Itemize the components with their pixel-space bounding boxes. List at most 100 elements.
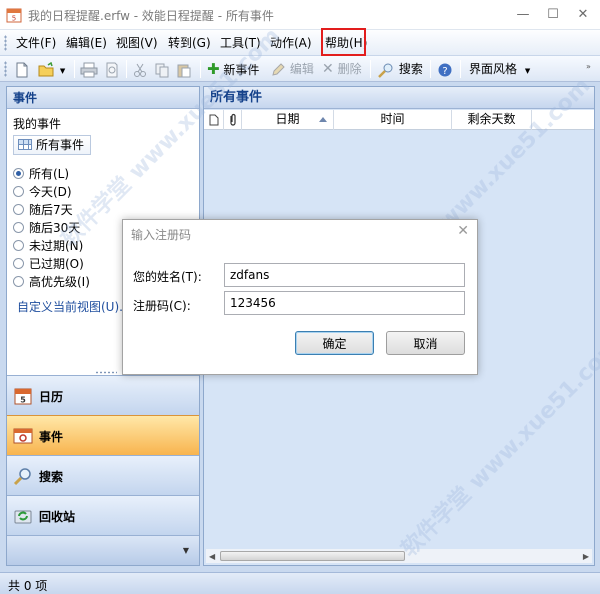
filter-high-priority[interactable]: 高优先级(I): [13, 273, 90, 291]
pane-splitter[interactable]: [95, 371, 117, 374]
scroll-right-arrow-icon[interactable]: ▶: [583, 552, 589, 561]
filter-all[interactable]: 所有(L): [13, 165, 69, 183]
column-attachment-header[interactable]: [224, 110, 242, 130]
new-file-button[interactable]: [14, 59, 30, 79]
copy-button[interactable]: [154, 59, 170, 79]
toolbar-overflow-icon[interactable]: »: [586, 62, 591, 71]
menu-bar: 文件(F) 编辑(E) 视图(V) 转到(G) 工具(T) 动作(A) 帮助(H…: [0, 30, 600, 56]
column-date-label: 日期: [275, 112, 300, 126]
radio-icon: [13, 204, 24, 215]
column-type-header[interactable]: [204, 110, 224, 130]
all-events-view-button[interactable]: 所有事件: [13, 135, 92, 155]
paperclip-icon: [229, 113, 236, 126]
menu-action[interactable]: 动作(A): [268, 34, 314, 52]
edit-event-button[interactable]: 编辑: [270, 59, 314, 79]
nav-recycle-bin[interactable]: 回收站: [7, 495, 199, 535]
menu-tools[interactable]: 工具(T): [218, 34, 263, 52]
toolbar-separator: [126, 60, 127, 78]
print-button[interactable]: [80, 59, 98, 79]
filter-label: 随后7天: [29, 203, 73, 217]
status-bar: 共 0 项: [0, 572, 600, 594]
menu-edit[interactable]: 编辑(E): [64, 34, 109, 52]
toolbar-separator: [74, 60, 75, 78]
scissors-icon: [134, 63, 146, 77]
nav-search-label: 搜索: [39, 470, 64, 484]
name-input[interactable]: [224, 263, 465, 287]
edit-event-label: 编辑: [289, 62, 314, 76]
filter-expired[interactable]: 已过期(O): [13, 255, 84, 273]
filter-not-expired[interactable]: 未过期(N): [13, 237, 83, 255]
nav-search[interactable]: 搜索: [7, 455, 199, 495]
delete-event-button[interactable]: ✕ 删除: [322, 59, 362, 79]
column-days-remaining-header[interactable]: 剩余天数: [452, 110, 532, 130]
event-list-icon: [13, 428, 33, 444]
column-date-header[interactable]: 日期: [242, 110, 334, 130]
new-file-icon: [16, 62, 28, 77]
menu-goto[interactable]: 转到(G): [166, 34, 213, 52]
search-icon: [378, 63, 393, 78]
ok-button[interactable]: 确定: [295, 331, 374, 355]
nav-options-arrow-icon[interactable]: ▼: [183, 546, 189, 555]
radio-icon: [13, 258, 24, 269]
registration-dialog: 输入注册码 ✕ 您的姓名(T): 注册码(C): 确定 取消: [122, 219, 478, 375]
toolbar-separator: [430, 60, 431, 78]
svg-text:?: ?: [442, 66, 447, 77]
filter-label: 随后30天: [29, 221, 81, 235]
scrollbar-thumb[interactable]: [220, 551, 405, 561]
help-highlight-box: [321, 28, 366, 56]
open-file-button[interactable]: ▼: [38, 59, 65, 79]
minimize-button[interactable]: —: [510, 4, 536, 26]
delete-event-label: 删除: [337, 62, 362, 76]
copy-icon: [155, 63, 169, 77]
open-folder-icon: [38, 61, 54, 76]
filter-label: 高优先级(I): [29, 275, 90, 289]
document-icon: [209, 114, 218, 126]
paste-icon: [177, 64, 191, 77]
svg-text:5: 5: [12, 15, 16, 23]
help-icon: ?: [438, 63, 452, 77]
print-preview-button[interactable]: [104, 59, 120, 79]
filter-next-7-days[interactable]: 随后7天: [13, 201, 73, 219]
pencil-icon: [272, 62, 285, 76]
nav-footer: ▼: [7, 535, 199, 565]
app-icon: 5: [6, 8, 22, 23]
filter-label: 已过期(O): [29, 257, 84, 271]
radio-icon: [13, 222, 24, 233]
new-event-button[interactable]: ✚ 新事件: [207, 59, 259, 79]
paste-button[interactable]: [176, 59, 192, 79]
close-button[interactable]: ✕: [570, 4, 596, 26]
name-label: 您的姓名(T):: [133, 270, 202, 284]
customize-view-link[interactable]: 自定义当前视图(U)...: [17, 298, 131, 315]
toolbar-grip[interactable]: [4, 61, 7, 77]
filter-next-30-days[interactable]: 随后30天: [13, 219, 80, 237]
toolbar-separator: [460, 60, 461, 78]
column-time-header[interactable]: 时间: [334, 110, 452, 130]
menu-file[interactable]: 文件(F): [14, 34, 58, 52]
nav-events[interactable]: 事件: [7, 415, 199, 455]
menu-view[interactable]: 视图(V): [114, 34, 160, 52]
cancel-button[interactable]: 取消: [386, 331, 465, 355]
toolbar: ▼ ✚ 新事件 编辑 ✕ 删除 搜索 ? 界面风格 ▼ »: [0, 56, 600, 82]
maximize-button[interactable]: ☐: [540, 4, 566, 26]
help-button[interactable]: ?: [437, 59, 453, 79]
nav-calendar[interactable]: 5 日历: [7, 375, 199, 415]
window-title: 我的日程提醒.erfw - 效能日程提醒 - 所有事件: [28, 9, 274, 23]
search-button[interactable]: 搜索: [377, 59, 423, 79]
left-pane-header: 事件: [7, 87, 199, 109]
skin-dropdown[interactable]: 界面风格 ▼: [469, 59, 530, 79]
open-dropdown-arrow[interactable]: ▼: [60, 67, 65, 75]
radio-icon: [13, 168, 24, 179]
horizontal-scrollbar[interactable]: ◀ ▶: [206, 549, 592, 563]
nav-calendar-label: 日历: [39, 390, 64, 404]
plus-icon: ✚: [207, 60, 220, 78]
filter-today[interactable]: 今天(D): [13, 183, 72, 201]
menu-grip[interactable]: [4, 35, 7, 51]
dialog-close-icon[interactable]: ✕: [457, 223, 469, 239]
search-label: 搜索: [398, 62, 423, 76]
registration-code-input[interactable]: [224, 291, 465, 315]
filter-label: 今天(D): [29, 185, 72, 199]
scroll-left-arrow-icon[interactable]: ◀: [209, 552, 215, 561]
column-time-label: 时间: [380, 112, 405, 126]
sort-ascending-icon: [319, 117, 327, 122]
cut-button[interactable]: [132, 59, 148, 79]
